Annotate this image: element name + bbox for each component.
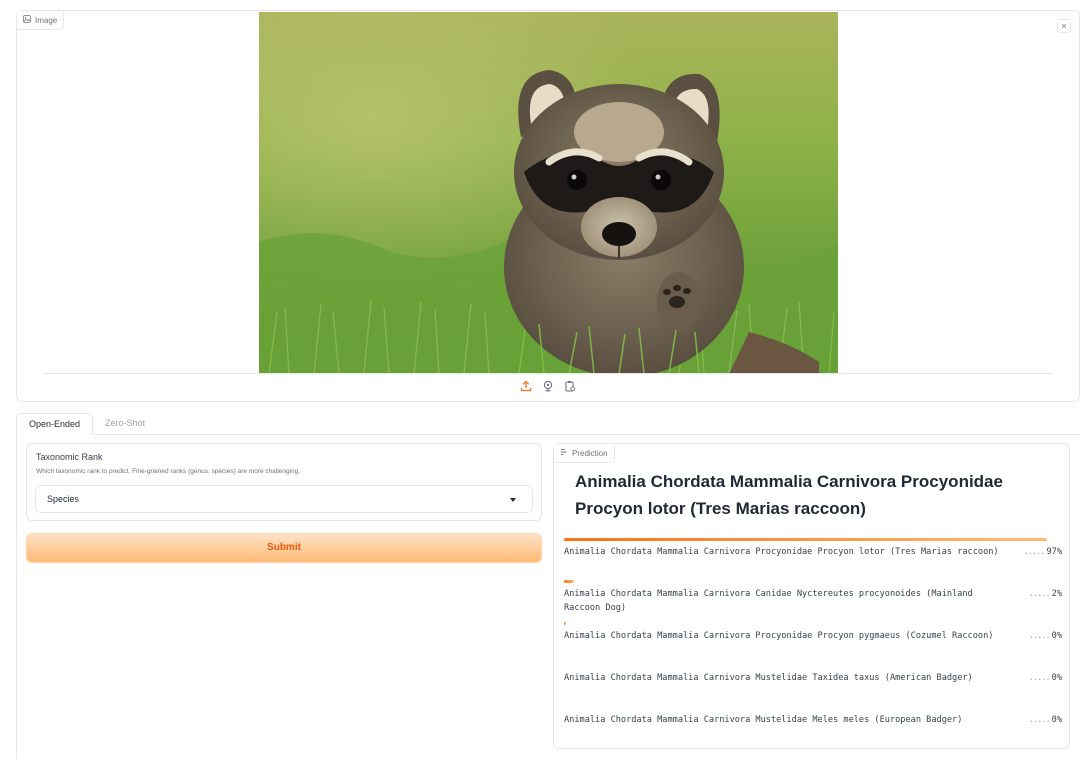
image-input-panel[interactable]: Image × [16,10,1080,402]
prediction-item[interactable]: Animalia Chordata Mammalia Carnivora Pro… [564,622,1062,664]
prediction-item-confidence: ..... 2% [1028,589,1062,599]
prediction-item-name: Animalia Chordata Mammalia Carnivora Can… [564,589,973,613]
prediction-item[interactable]: Animalia Chordata Mammalia Carnivora Can… [564,580,1062,622]
close-icon[interactable]: × [1057,19,1071,33]
taxonomic-rank-info: Which taxonomic rank to predict. Fine-gr… [36,468,301,475]
prediction-item[interactable]: Animalia Chordata Mammalia Carnivora Mus… [564,706,1062,748]
clipboard-icon[interactable] [563,379,577,393]
label-icon [560,448,568,458]
prediction-label-text: Prediction [572,448,608,458]
prediction-item-confidence: ..... 0% [1028,631,1062,641]
tab-zero-shot[interactable]: Zero-Shot [93,413,157,435]
confidence-value: 97% [1046,547,1062,557]
prediction-block-label: Prediction [554,444,615,463]
confidence-bar [564,580,574,583]
image-toolbar-divider [43,373,1053,374]
taxonomic-rank-label: Taxonomic Rank [36,452,103,462]
raccoon-photo [259,12,838,374]
chevron-down-icon [510,498,516,502]
prediction-item[interactable]: Animalia Chordata Mammalia Carnivora Pro… [564,538,1062,580]
taxonomic-rank-selected: Species [47,494,80,504]
prediction-item-confidence: ..... 0% [1028,715,1062,725]
image-icon [23,15,31,25]
prediction-item-confidence: ..... 0% [1028,673,1062,683]
confidence-value: 0% [1051,631,1062,641]
submit-button[interactable]: Submit [26,533,542,563]
upload-icon[interactable] [519,379,533,393]
prediction-item-name: Animalia Chordata Mammalia Carnivora Pro… [564,631,994,641]
prediction-item-name: Animalia Chordata Mammalia Carnivora Pro… [564,547,999,557]
image-label-text: Image [35,15,58,25]
prediction-panel: Prediction Animalia Chordata Mammalia Ca… [553,443,1070,749]
taxonomic-rank-dropdown[interactable]: Species [35,485,533,513]
prediction-item-name: Animalia Chordata Mammalia Carnivora Mus… [564,715,963,725]
confidence-bar [564,622,566,625]
tab-open-ended[interactable]: Open-Ended [16,413,94,435]
prediction-item[interactable]: Animalia Chordata Mammalia Carnivora Mus… [564,664,1062,706]
confidence-value: 2% [1051,589,1062,599]
prediction-item-confidence: ..... 97% [1023,547,1062,557]
image-block-label: Image [17,11,65,30]
mode-tabs: Open-Ended Zero-Shot [16,413,1080,435]
confidence-value: 0% [1051,715,1062,725]
confidence-bar [564,538,1047,541]
image-source-toolbar [17,379,1079,393]
webcam-icon[interactable] [541,379,555,393]
prediction-list: Animalia Chordata Mammalia Carnivora Pro… [564,538,1062,748]
prediction-title: Animalia Chordata Mammalia Carnivora Pro… [575,472,1003,518]
prediction-item-name: Animalia Chordata Mammalia Carnivora Mus… [564,673,973,683]
taxonomic-rank-block: Taxonomic Rank Which taxonomic rank to p… [26,443,542,521]
confidence-value: 0% [1051,673,1062,683]
